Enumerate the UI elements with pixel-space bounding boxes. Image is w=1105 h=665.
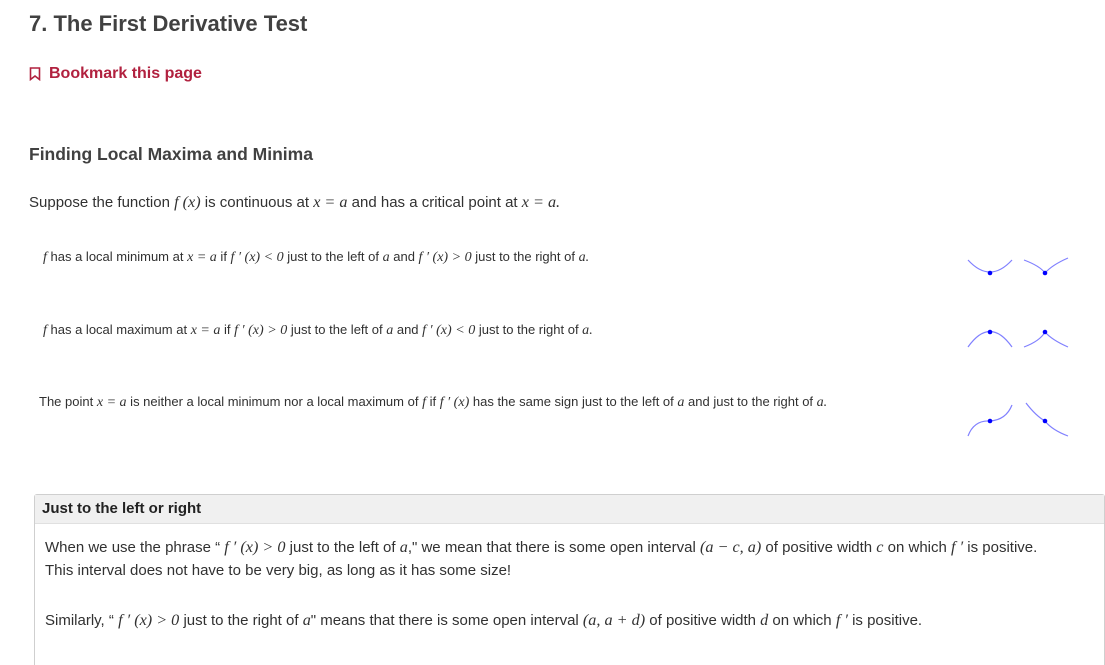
text-segment: is positive. (963, 539, 1038, 556)
text-segment: Similarly, “ (45, 612, 119, 629)
text-segment: The point (39, 394, 97, 409)
text-segment: " means that there is some open interval (310, 612, 583, 629)
text-segment: Suppose the function (29, 194, 175, 211)
callout-paragraph-1: When we use the phrase “ f ′ (x) > 0 jus… (45, 535, 1037, 560)
math-expression: a. (582, 322, 593, 338)
rule-local-minimum: f has a local minimum at x = a if f ′ (x… (43, 249, 589, 266)
bookmark-label: Bookmark this page (49, 65, 202, 82)
math-expression: a (399, 538, 408, 556)
text-segment: just to the left of (287, 322, 387, 337)
callout-box: Just to the left or right When we use th… (34, 494, 1105, 665)
math-expression: f ′ (x) (439, 394, 470, 410)
text-segment: just to the left of (285, 539, 400, 556)
callout-paragraph-2: Similarly, “ f ′ (x) > 0 just to the rig… (45, 608, 922, 633)
math-expression: (a, a + d) (582, 611, 646, 629)
smooth-minimum-curve (967, 259, 1013, 273)
corner-minimum-curve (1023, 257, 1069, 274)
text-segment: and just to the right of (684, 394, 817, 409)
text-segment: of positive width (645, 612, 761, 629)
rule-local-maximum: f has a local maximum at x = a if f ′ (x… (43, 322, 593, 339)
text-segment: just to the right of (179, 612, 303, 629)
critical-point (987, 329, 993, 335)
critical-point (1042, 329, 1048, 335)
intro-text: Suppose the function f (x) is continuous… (29, 193, 560, 212)
text-segment: is continuous at (200, 194, 314, 211)
callout-paragraph-1b: This interval does not have to be very b… (45, 559, 511, 583)
math-expression: x = a. (521, 193, 561, 211)
math-expression: f ′ (x) > 0 (224, 538, 286, 556)
math-expression: f ′ (x) < 0 (230, 249, 284, 265)
text-segment: has the same sign just to the left of (469, 394, 678, 409)
text-segment: just to the right of (475, 322, 583, 337)
rule-neither: The point x = a is neither a local minim… (39, 394, 827, 411)
critical-point (987, 418, 993, 424)
text-segment: if (216, 249, 231, 264)
math-expression: x = a (96, 394, 127, 410)
callout-title: Just to the left or right (35, 495, 1104, 524)
math-expression: a. (816, 394, 828, 410)
critical-point (1042, 270, 1048, 276)
text-segment: if (425, 394, 440, 409)
critical-point (1042, 418, 1048, 424)
math-expression: f (x) (174, 193, 201, 211)
text-segment: has a local minimum at (46, 249, 188, 264)
text-segment: When we use the phrase “ (45, 539, 225, 556)
math-expression: x = a (313, 193, 348, 211)
text-segment: and (393, 322, 423, 337)
text-segment: This interval does not have to be very b… (45, 562, 512, 579)
section-heading: Finding Local Maxima and Minima (29, 144, 313, 164)
math-expression: (a − c, a) (699, 538, 762, 556)
math-expression: f ′ (x) > 0 (234, 322, 288, 338)
text-segment: just to the left of (283, 249, 383, 264)
math-expression: a (382, 249, 390, 265)
corner-maximum-curve (1023, 330, 1069, 348)
math-expression: f ′ (951, 538, 964, 556)
neither-graphs (967, 402, 1069, 437)
math-expression: f ′ (x) > 0 (418, 249, 472, 265)
text-segment: on which (768, 612, 836, 629)
text-segment: is positive. (847, 612, 923, 629)
text-segment: on which (883, 539, 952, 556)
math-expression: f ′ (x) < 0 (422, 322, 476, 338)
math-expression: f ′ (835, 611, 848, 629)
math-expression: a (302, 611, 311, 629)
bookmark-icon (29, 67, 41, 81)
text-segment: is neither a local minimum nor a local m… (126, 394, 423, 409)
math-expression: a. (578, 249, 590, 265)
page-title: 7. The First Derivative Test (29, 11, 308, 36)
maximum-graphs (967, 329, 1069, 348)
text-segment: and has a critical point at (347, 194, 522, 211)
math-expression: f ′ (x) > 0 (118, 611, 180, 629)
text-segment: just to the right of (471, 249, 579, 264)
minimum-graphs (967, 257, 1069, 276)
text-segment: ," we mean that there is some open inter… (407, 539, 700, 556)
math-expression: x = a (190, 322, 221, 338)
text-segment: if (220, 322, 235, 337)
text-segment: and (389, 249, 419, 264)
bookmark-button[interactable]: Bookmark this page (29, 65, 202, 83)
math-expression: x = a (187, 249, 217, 265)
decreasing-inflection-curve (1025, 402, 1069, 437)
critical-point (987, 270, 993, 276)
text-segment: has a local maximum at (46, 322, 191, 337)
text-segment: of positive width (761, 539, 877, 556)
